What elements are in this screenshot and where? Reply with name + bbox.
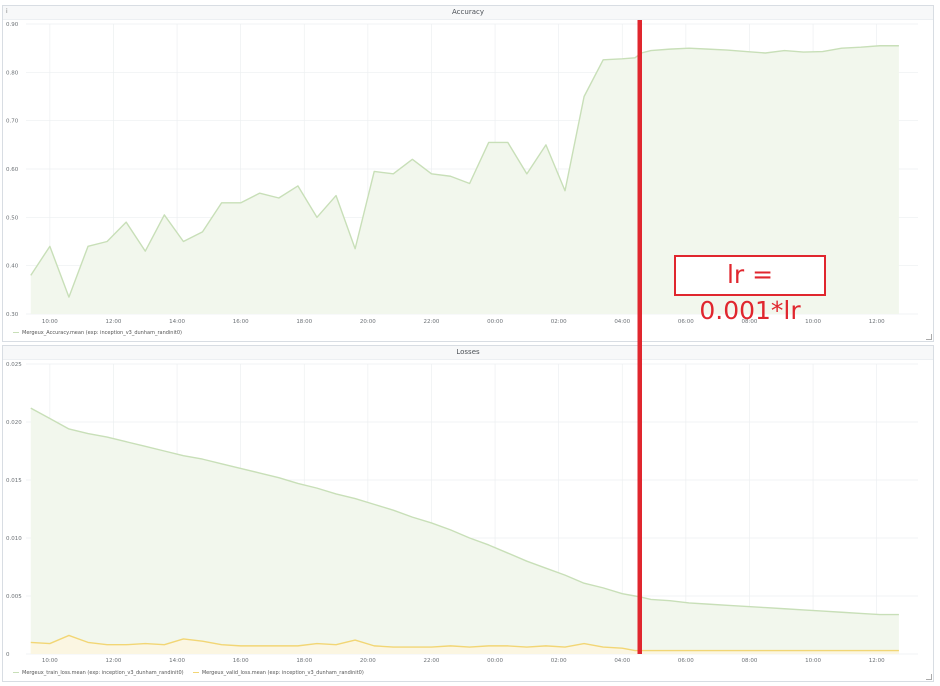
losses-panel-title[interactable]: Losses [3,346,933,360]
legend-swatch-valid-loss [192,671,199,674]
legend-label-accuracy: Mergeux_Accuracy.mean (exp: inception_v3… [22,330,182,336]
legend-label-valid-loss: Mergeux_valid_loss.mean (exp: inception_… [201,670,364,676]
losses-panel: Losses Mergeux_train_loss.mean (exp: inc… [2,345,934,682]
losses-legend[interactable]: Mergeux_train_loss.mean (exp: inception_… [13,670,364,676]
legend-label-train-loss: Mergeux_train_loss.mean (exp: inception_… [22,670,184,676]
legend-swatch-train-loss [13,671,19,674]
resize-icon[interactable] [926,334,932,340]
legend-swatch-accuracy [13,331,19,334]
accuracy-panel-title[interactable]: Accuracy [3,6,933,20]
resize-icon[interactable] [926,674,932,680]
accuracy-legend[interactable]: Mergeux_Accuracy.mean (exp: inception_v3… [13,330,182,336]
learning-rate-annotation: lr = 0.001*lr [674,255,826,325]
info-icon[interactable]: i [6,8,8,16]
